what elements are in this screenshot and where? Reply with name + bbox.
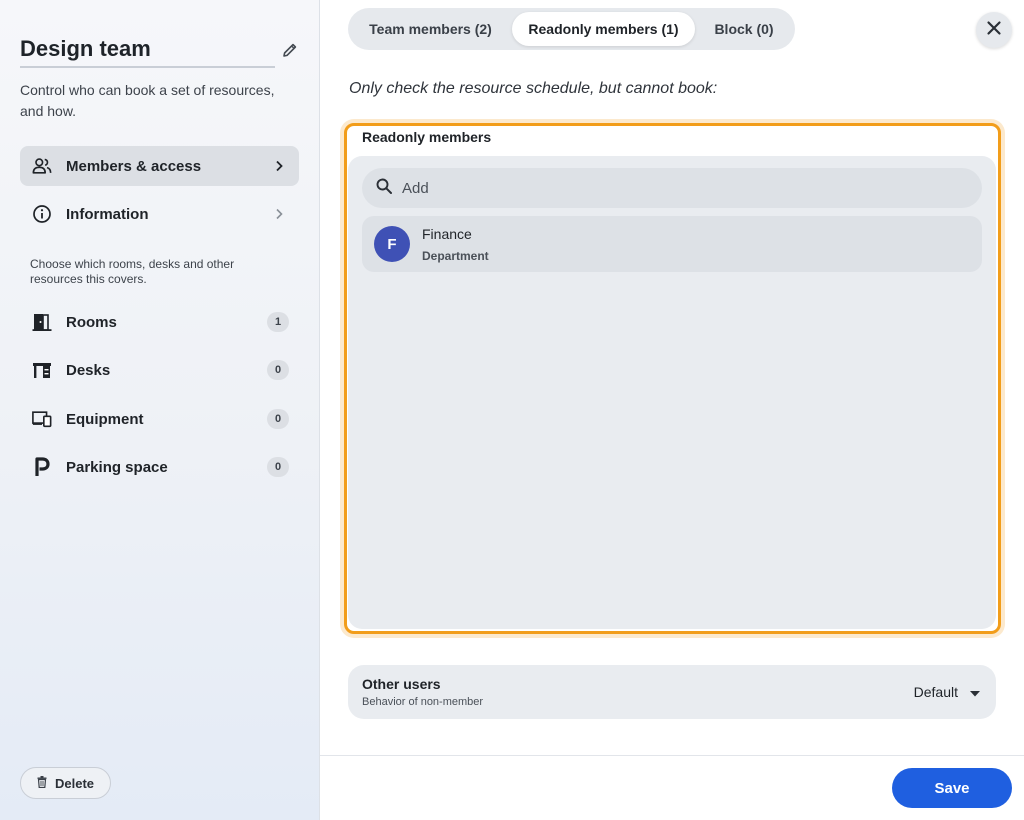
- pencil-icon[interactable]: [282, 42, 298, 58]
- sidebar-item-label: Parking space: [66, 458, 168, 476]
- count-badge: 0: [267, 409, 289, 429]
- member-name: Finance: [422, 226, 472, 242]
- caret-down-icon: [970, 684, 980, 700]
- avatar: F: [374, 226, 410, 262]
- nav-item-members-access[interactable]: Members & access: [20, 146, 299, 186]
- trash-icon: [37, 775, 47, 791]
- sidebar-item-label: Desks: [66, 361, 111, 379]
- parking-icon: [32, 457, 52, 477]
- other-users-title: Other users: [362, 676, 441, 692]
- search-input[interactable]: [402, 179, 962, 197]
- sidebar-item-label: Equipment: [66, 410, 144, 428]
- close-icon: [986, 20, 1002, 41]
- people-icon: [32, 156, 52, 176]
- search-icon: [376, 178, 392, 199]
- save-button[interactable]: Save: [892, 768, 1012, 808]
- sidebar: Design team Control who can book a set o…: [0, 0, 320, 820]
- sidebar-description: Control who can book a set of resources,…: [20, 82, 275, 119]
- sidebar-item-equipment[interactable]: Equipment 0: [20, 399, 299, 439]
- tab-team-members[interactable]: Team members (2): [354, 12, 507, 46]
- sidebar-item-parking-space[interactable]: Parking space 0: [20, 447, 299, 487]
- readonly-instruction: Only check the resource schedule, but ca…: [349, 80, 718, 97]
- sidebar-item-label: Rooms: [66, 313, 117, 331]
- other-users-setting: Other users Behavior of non-member Defau…: [348, 665, 996, 719]
- dropdown-value: Default: [913, 684, 958, 700]
- chevron-right-icon: [267, 202, 291, 226]
- delete-label: Delete: [54, 775, 95, 791]
- nav-item-label: Members & access: [66, 157, 202, 175]
- team-name-field[interactable]: Design team: [20, 34, 275, 68]
- resources-hint: Choose which rooms, desks and other reso…: [30, 257, 235, 286]
- member-type-tabs: Team members (2) Readonly members (1) Bl…: [348, 8, 795, 50]
- info-icon: [32, 204, 52, 224]
- sidebar-item-rooms[interactable]: Rooms 1: [20, 302, 299, 342]
- member-type: Department: [422, 249, 489, 263]
- count-badge: 1: [267, 312, 289, 332]
- tab-block[interactable]: Block (0): [700, 12, 788, 46]
- tab-readonly-members[interactable]: Readonly members (1): [512, 12, 695, 46]
- door-icon: [32, 312, 52, 332]
- nav-item-information[interactable]: Information: [20, 194, 299, 234]
- count-badge: 0: [267, 457, 289, 477]
- behavior-dropdown[interactable]: Default: [914, 680, 980, 704]
- desk-icon: [32, 360, 52, 380]
- title-row: Design team: [20, 34, 300, 68]
- count-badge: 0: [267, 360, 289, 380]
- section-label: Readonly members: [362, 129, 492, 145]
- member-row[interactable]: F Finance Department: [362, 216, 982, 272]
- other-users-subtitle: Behavior of non-member: [362, 696, 484, 708]
- chevron-right-icon: [267, 154, 291, 178]
- footer-divider: [320, 755, 1024, 756]
- devices-icon: [32, 409, 52, 429]
- nav-item-label: Information: [66, 205, 149, 223]
- add-member-search[interactable]: [362, 168, 982, 208]
- sidebar-item-desks[interactable]: Desks 0: [20, 350, 299, 390]
- delete-button[interactable]: Delete: [20, 767, 111, 799]
- close-button[interactable]: [976, 12, 1012, 48]
